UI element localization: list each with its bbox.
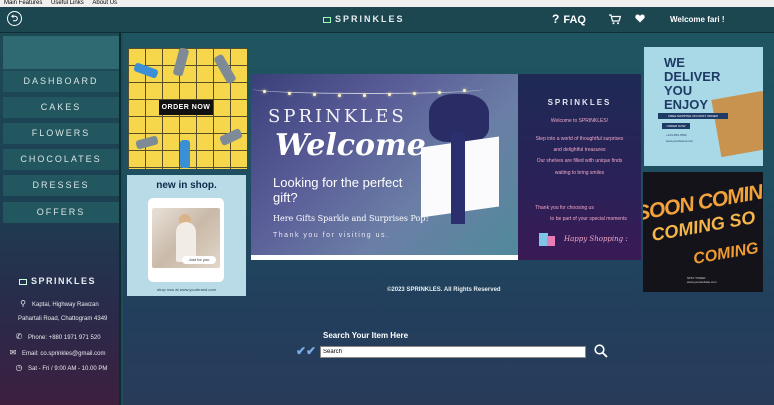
- sidebar-item-flowers[interactable]: FLOWERS: [3, 123, 119, 144]
- welcome-message-card: SPRINKLES Welcome to SPRINKLES! Step int…: [518, 74, 641, 260]
- welcome-card-line: Welcome to SPRINKLES!: [550, 118, 609, 124]
- coming-soon-text: COMING S: [692, 237, 763, 268]
- faq-mark: ?: [552, 12, 560, 26]
- phone-mockup: Just for you: [148, 198, 224, 282]
- sidebar-item-cakes[interactable]: CAKES: [3, 97, 119, 118]
- promo-new-in-shop[interactable]: new in shop. Just for you shop now at ww…: [127, 175, 246, 296]
- just-for-you-tag: Just for you: [182, 256, 216, 264]
- faq-label: FAQ: [563, 14, 586, 26]
- search-input[interactable]: [320, 346, 586, 358]
- brand-logo-icon: [19, 278, 27, 285]
- copyright-text: ©2023 SPRINKLES. All Rights Reserved: [387, 287, 501, 293]
- sidebar-header-panel: [3, 36, 119, 69]
- search-label: Search Your Item Here: [323, 331, 409, 340]
- envelope-icon: ✉: [9, 348, 17, 357]
- sidebar-brand: SPRINKLES: [19, 276, 96, 286]
- hand-illustration: [180, 140, 190, 168]
- welcome-card-line: and delightful treasures: [553, 147, 606, 153]
- welcome-card-line: Thank you for choosing us: [535, 205, 594, 211]
- search-icon[interactable]: [594, 344, 608, 358]
- welcome-card-line: waiting to bring smiles: [554, 170, 605, 176]
- sidebar-item-dashboard[interactable]: DASHBOARD: [3, 71, 119, 92]
- heart-icon[interactable]: [635, 14, 645, 26]
- cart-icon[interactable]: [609, 14, 622, 28]
- menu-about-us[interactable]: About Us: [92, 0, 117, 6]
- promo-we-deliver[interactable]: WE DELIVER YOU ENJOY FREE SHIPPING ON FI…: [644, 47, 763, 166]
- welcome-card-title: SPRINKLES: [547, 98, 612, 107]
- promo-order-now[interactable]: ORDER NOW: [128, 48, 247, 169]
- menu-useful-links[interactable]: Useful Links: [51, 0, 84, 6]
- happy-shopping-text: Happy Shopping :: [564, 235, 628, 243]
- back-arrow-icon[interactable]: ⮌: [7, 11, 22, 26]
- clock-icon: ◷: [15, 363, 23, 372]
- deliver-phone: +123-456-7890: [666, 133, 687, 137]
- banner-subline: Here Gifts Sparkle and Surprises Pop!: [273, 214, 429, 223]
- menu-main-features[interactable]: Main Features: [4, 0, 42, 6]
- banner-welcome: Welcome: [275, 128, 426, 163]
- sidebar-item-dresses[interactable]: DRESSES: [3, 175, 119, 196]
- menu-bar: Main Features Useful Links About Us: [0, 0, 774, 7]
- sidebar-item-chocolates[interactable]: CHOCOLATES: [3, 149, 119, 170]
- deliver-site: www.yourbrand.com: [666, 139, 694, 143]
- banner-brand: SPRINKLES: [268, 106, 407, 127]
- faq-link[interactable]: ? FAQ: [552, 12, 586, 26]
- sidebar-item-offers[interactable]: OFFERS: [3, 202, 119, 223]
- hours-info: ◷ Sat - Fri / 9:00 AM - 10.00 PM: [15, 363, 108, 372]
- shopping-bags-icon: [539, 230, 557, 246]
- free-shipping-strip: FREE SHIPPING ON FIRST ORDER: [658, 113, 728, 119]
- email-info: ✉ Email: co.sprinkles@gmail.com: [9, 348, 106, 357]
- brand-logo-icon: [323, 16, 331, 23]
- sidebar: DASHBOARD CAKES FLOWERS CHOCOLATES DRESS…: [0, 33, 121, 405]
- phone-icon: ✆: [15, 332, 23, 341]
- order-now-button[interactable]: ORDER NOW: [159, 100, 213, 115]
- coming-soon-footer: STAY TUNED www.yourwebsite.com: [687, 276, 717, 284]
- promo-shop-title: new in shop.: [156, 180, 217, 191]
- welcome-card-line: Our shelves are filled with unique finds: [536, 158, 623, 164]
- phone-info: ✆ Phone: +880 1971 971 520: [15, 332, 101, 341]
- address-line-2: Pahartali Road, Chattogram 4349: [18, 316, 108, 322]
- checkmark-logo-icon: ✔✔: [296, 344, 317, 358]
- welcome-banner: SPRINKLES Welcome Looking for the perfec…: [251, 74, 518, 260]
- header-brand: SPRINKLES: [323, 14, 405, 24]
- top-bar: ⮌ SPRINKLES ? FAQ Welcome fari !: [0, 7, 774, 33]
- promo-shop-footer: shop now at www.yourbrand.com: [157, 287, 216, 292]
- location-pin-icon: ⚲: [20, 299, 26, 308]
- string-lights: [253, 84, 483, 97]
- address-line-1: ⚲ Kaptai, Highway Rawzan: [18, 299, 99, 308]
- promo-deliver-text: WE DELIVER YOU ENJOY: [664, 55, 721, 112]
- deliver-order-button[interactable]: ORDER NOW: [662, 123, 690, 129]
- welcome-card-line: to be part of your special moments: [550, 216, 627, 222]
- welcome-card-line: Step into a world of thoughtful surprise…: [535, 136, 624, 142]
- banner-headline: Looking for the perfect gift?: [273, 175, 403, 205]
- welcome-user: Welcome fari !: [670, 15, 725, 24]
- banner-thanks: Thank you for visiting us.: [273, 232, 390, 239]
- promo-coming-soon[interactable]: SOON COMING SOO COMING SO COMING S STAY …: [643, 172, 763, 292]
